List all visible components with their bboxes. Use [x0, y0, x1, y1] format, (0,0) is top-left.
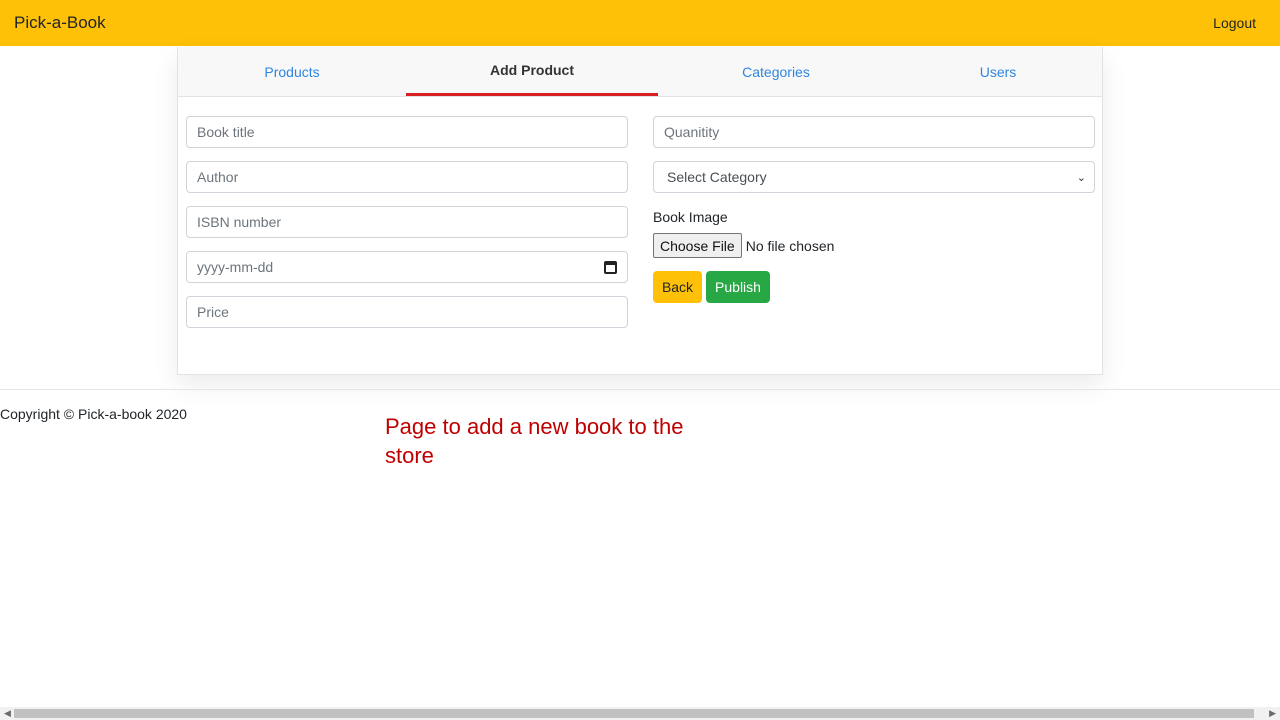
isbn-input[interactable] [197, 214, 617, 230]
scrollbar-thumb[interactable] [14, 709, 1254, 718]
file-status: No file chosen [745, 237, 835, 254]
navbar: Pick-a-Book Logout [0, 0, 1280, 46]
copyright-text: Copyright © Pick-a-book 2020 [0, 406, 187, 422]
category-select[interactable]: Select Category ⌄ [653, 161, 1095, 193]
add-product-card: Products Add Product Categories Users Se… [177, 47, 1103, 375]
category-selected-value: Select Category [667, 169, 767, 185]
choose-file-button[interactable]: Choose File [653, 233, 742, 258]
isbn-field[interactable] [186, 206, 628, 238]
author-input[interactable] [197, 169, 617, 185]
book-title-field[interactable] [186, 116, 628, 148]
book-image-label: Book Image [653, 209, 728, 225]
brand-link[interactable]: Pick-a-Book [14, 13, 106, 33]
tab-add-product[interactable]: Add Product [406, 47, 658, 96]
price-field[interactable] [186, 296, 628, 328]
admin-tabs: Products Add Product Categories Users [178, 47, 1102, 97]
scroll-right-icon[interactable]: ▶ [1269, 707, 1276, 720]
tab-users[interactable]: Users [894, 47, 1102, 96]
book-title-input[interactable] [197, 124, 617, 140]
footer-divider [0, 389, 1280, 390]
quantity-input[interactable] [664, 124, 1084, 140]
publish-date-field[interactable] [186, 251, 628, 283]
chevron-down-icon: ⌄ [1076, 171, 1086, 184]
author-field[interactable] [186, 161, 628, 193]
logout-link[interactable]: Logout [1213, 15, 1256, 31]
tab-products[interactable]: Products [178, 47, 406, 96]
price-input[interactable] [197, 304, 617, 320]
calendar-icon[interactable] [604, 260, 617, 274]
back-button[interactable]: Back [653, 271, 702, 303]
horizontal-scrollbar[interactable]: ◀ ▶ [0, 707, 1280, 720]
tab-categories[interactable]: Categories [658, 47, 894, 96]
publish-date-input[interactable] [197, 259, 605, 275]
scroll-left-icon[interactable]: ◀ [4, 707, 11, 720]
publish-button[interactable]: Publish [706, 271, 770, 303]
book-image-file-input[interactable]: Choose File No file chosen [653, 233, 834, 258]
page-annotation: Page to add a new book to the store [385, 414, 684, 468]
quantity-field[interactable] [653, 116, 1095, 148]
